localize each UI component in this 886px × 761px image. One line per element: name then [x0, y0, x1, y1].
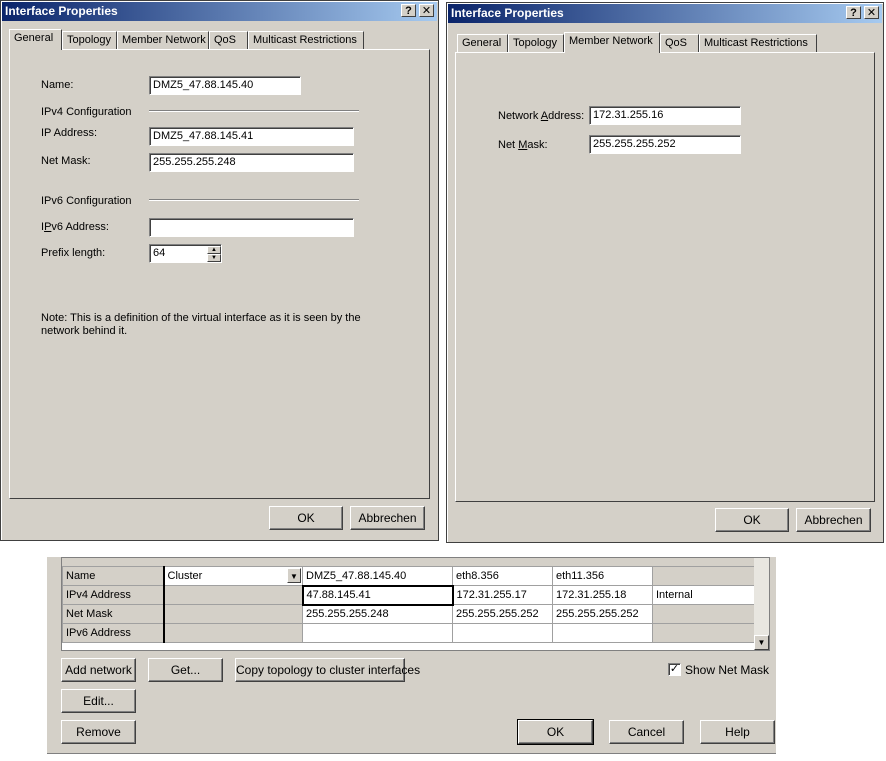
ok-button[interactable]: OK — [715, 508, 789, 532]
close-button[interactable]: ✕ — [864, 6, 879, 19]
network-address-field[interactable]: 172.31.255.16 — [589, 106, 741, 125]
row-header-netmask: Net Mask — [62, 604, 165, 624]
close-button[interactable]: ✕ — [419, 4, 434, 17]
cell-type-netmask — [163, 604, 303, 624]
dialog-title: Interface Properties — [451, 6, 564, 20]
ipv4-section-label: IPv4 Configuration — [41, 106, 132, 118]
grid-container: Name Cluster ▼ DMZ5_47.88.145.40 eth8.35… — [61, 557, 770, 651]
cell-cluster-netmask[interactable]: 255.255.255.248 — [302, 604, 453, 624]
cell-topology-name — [652, 566, 755, 586]
cancel-button[interactable]: Abbrechen — [350, 506, 425, 530]
net-mask-field[interactable]: 255.255.255.252 — [589, 135, 741, 154]
cancel-button[interactable]: Cancel — [609, 720, 684, 744]
cell-topology-ipv6 — [652, 623, 755, 643]
spin-up-icon[interactable]: ▲ — [207, 246, 221, 254]
tab-general[interactable]: General — [457, 34, 508, 52]
help-button[interactable]: ? — [401, 4, 416, 17]
add-network-button[interactable]: Add network — [61, 658, 136, 682]
dialog-title: Interface Properties — [5, 4, 118, 18]
cancel-button[interactable]: Abbrechen — [796, 508, 871, 532]
type-select[interactable]: Cluster ▼ — [163, 566, 303, 586]
network-address-label: Network Address: — [498, 110, 585, 122]
note-text: Note: This is a definition of the virtua… — [41, 312, 361, 337]
prefix-length-label: Prefix length: — [41, 247, 106, 259]
ipv6-address-label: IPv6 Address: — [41, 221, 109, 233]
table-row: IPv6 Address — [62, 623, 755, 643]
dialog-title-bar: Interface Properties — [448, 4, 882, 23]
name-field[interactable]: DMZ5_47.88.145.40 — [149, 76, 301, 95]
cell-topology-netmask — [652, 604, 755, 624]
cell-member2-netmask[interactable]: 255.255.255.252 — [552, 604, 653, 624]
cell-type-ipv4 — [163, 585, 303, 605]
ipv4-separator — [149, 110, 359, 112]
cell-member2-ipv6[interactable] — [552, 623, 653, 643]
member-network-tab-panel: Network Address: 172.31.255.16 Net Mask:… — [455, 52, 875, 502]
cell-member2-name[interactable]: eth11.356 — [552, 566, 653, 586]
cell-type-ipv6 — [163, 623, 303, 643]
tab-member-network[interactable]: Member Network — [117, 31, 209, 49]
table-row: IPv4 Address 47.88.145.41 172.31.255.17 … — [62, 584, 755, 606]
vertical-scrollbar[interactable]: ▼ — [754, 558, 769, 650]
prefix-length-value: 64 — [153, 247, 166, 259]
net-mask-label: Net Mask: — [41, 155, 91, 167]
remove-button[interactable]: Remove — [61, 720, 136, 744]
row-header-ipv6: IPv6 Address — [62, 623, 165, 643]
cell-member1-ipv4[interactable]: 172.31.255.17 — [452, 585, 553, 605]
cell-member2-ipv4[interactable]: 172.31.255.18 — [552, 585, 653, 605]
ok-button[interactable]: OK — [269, 506, 343, 530]
ipv6-address-field[interactable] — [149, 218, 354, 237]
cell-member1-ipv6[interactable] — [452, 623, 553, 643]
help-button[interactable]: ? — [846, 6, 861, 19]
tab-qos[interactable]: QoS — [209, 31, 248, 49]
ok-button[interactable]: OK — [517, 719, 594, 745]
help-button[interactable]: Help — [700, 720, 775, 744]
tab-member-network[interactable]: Member Network — [564, 32, 660, 53]
type-select-value: Cluster — [167, 570, 203, 582]
cell-cluster-name[interactable]: DMZ5_47.88.145.40 — [302, 566, 453, 586]
ip-address-field[interactable]: DMZ5_47.88.145.41 — [149, 127, 354, 146]
get-button[interactable]: Get... — [148, 658, 223, 682]
row-header-ipv4: IPv4 Address — [62, 585, 165, 605]
row-header-name: Name — [62, 566, 165, 586]
scroll-down-icon[interactable]: ▼ — [754, 635, 769, 650]
copy-topology-button[interactable]: Copy topology to cluster interfaces — [235, 658, 420, 682]
show-net-mask-checkbox[interactable]: ✓ — [668, 663, 681, 676]
show-net-mask-label: Show Net Mask — [685, 663, 770, 677]
chevron-down-icon[interactable]: ▼ — [287, 568, 301, 583]
tab-topology[interactable]: Topology — [508, 34, 564, 52]
cell-cluster-ipv6[interactable] — [302, 623, 453, 643]
ip-address-label: IP Address: — [41, 127, 98, 139]
cell-member1-netmask[interactable]: 255.255.255.252 — [452, 604, 553, 624]
tab-topology[interactable]: Topology — [62, 31, 117, 49]
spin-down-icon[interactable]: ▼ — [207, 254, 221, 262]
ipv6-section-label: IPv6 Configuration — [41, 195, 132, 207]
ipv6-separator — [149, 199, 359, 201]
edit-button[interactable]: Edit... — [61, 689, 136, 713]
tab-multicast-restrictions[interactable]: Multicast Restrictions — [248, 31, 364, 49]
net-mask-field[interactable]: 255.255.255.248 — [149, 153, 354, 172]
cell-cluster-ipv4[interactable]: 47.88.145.41 — [301, 584, 454, 606]
interface-properties-dialog-member-network: Interface Properties ? ✕ General Topolog… — [446, 2, 884, 543]
table-row: Name Cluster ▼ DMZ5_47.88.145.40 eth8.35… — [62, 566, 755, 586]
cluster-interfaces-grid: Name Cluster ▼ DMZ5_47.88.145.40 eth8.35… — [62, 566, 755, 643]
interface-properties-dialog-general: Interface Properties ? ✕ General Topolog… — [0, 0, 439, 541]
dialog-title-bar: Interface Properties — [2, 2, 437, 21]
cell-member1-name[interactable]: eth8.356 — [452, 566, 553, 586]
table-row: Net Mask 255.255.255.248 255.255.255.252… — [62, 604, 755, 624]
net-mask-label: Net Mask: — [498, 139, 548, 151]
cluster-topology-panel: Name Cluster ▼ DMZ5_47.88.145.40 eth8.35… — [47, 557, 776, 754]
tab-multicast-restrictions[interactable]: Multicast Restrictions — [699, 34, 817, 52]
general-tab-panel: Name: DMZ5_47.88.145.40 IPv4 Configurati… — [9, 49, 430, 499]
name-label: Name: — [41, 79, 74, 91]
tab-general[interactable]: General — [9, 29, 62, 50]
tab-qos[interactable]: QoS — [660, 34, 699, 52]
cell-topology-ipv4[interactable]: Internal — [652, 585, 755, 605]
